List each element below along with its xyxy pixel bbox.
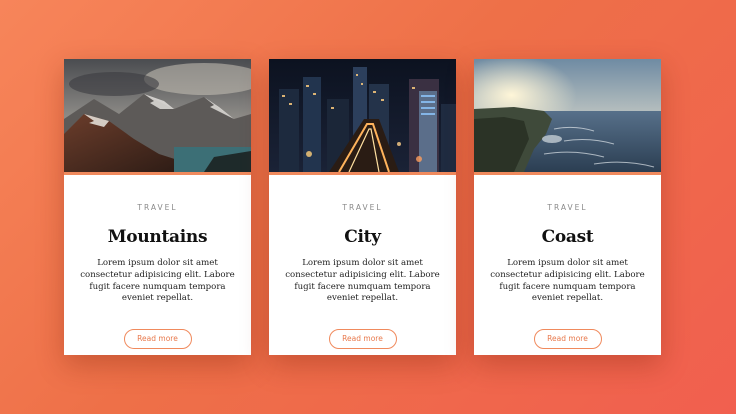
coast-image — [474, 59, 661, 175]
mountains-image — [64, 59, 251, 175]
card-coast: TRAVEL Coast Lorem ipsum dolor sit amet … — [474, 59, 661, 355]
card-category: TRAVEL — [342, 203, 383, 212]
card-body: TRAVEL Coast Lorem ipsum dolor sit amet … — [474, 203, 661, 350]
card-mountains: TRAVEL Mountains Lorem ipsum dolor sit a… — [64, 59, 251, 355]
read-more-button[interactable]: Read more — [123, 329, 192, 350]
read-more-button[interactable]: Read more — [533, 329, 602, 350]
card-title: Coast — [541, 227, 594, 247]
card-title: City — [344, 227, 381, 247]
read-more-button[interactable]: Read more — [328, 329, 397, 350]
city-image — [269, 59, 456, 175]
card-body: TRAVEL Mountains Lorem ipsum dolor sit a… — [64, 203, 251, 350]
card-body: TRAVEL City Lorem ipsum dolor sit amet c… — [269, 203, 456, 350]
card-title: Mountains — [107, 227, 208, 247]
card-grid: TRAVEL Mountains Lorem ipsum dolor sit a… — [0, 0, 736, 414]
card-description: Lorem ipsum dolor sit amet consectetur a… — [80, 258, 235, 304]
card-category: TRAVEL — [137, 203, 178, 212]
card-description: Lorem ipsum dolor sit amet consectetur a… — [285, 258, 440, 304]
card-description: Lorem ipsum dolor sit amet consectetur a… — [490, 258, 645, 304]
card-city: TRAVEL City Lorem ipsum dolor sit amet c… — [269, 59, 456, 355]
card-category: TRAVEL — [547, 203, 588, 212]
